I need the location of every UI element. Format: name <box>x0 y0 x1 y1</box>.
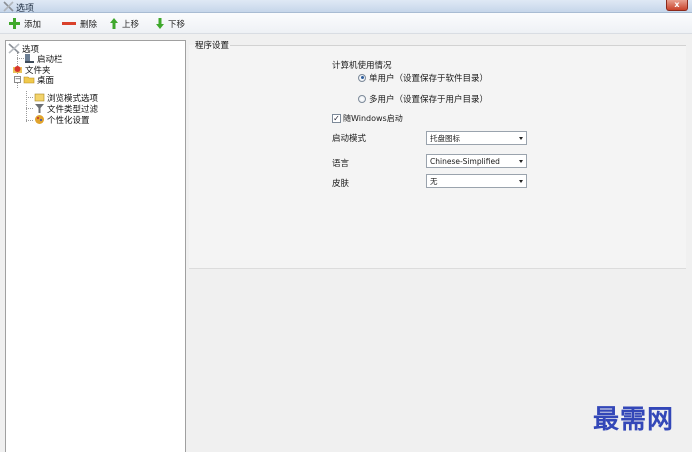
startup-checkbox-row[interactable]: ✓ 随Windows启动 <box>332 113 403 124</box>
skin-select[interactable]: 无 <box>426 174 527 188</box>
tree-item-personalize[interactable]: 个性化设置 <box>34 114 90 126</box>
move-up-button[interactable]: 上移 <box>109 16 139 31</box>
close-button[interactable]: x <box>666 0 688 11</box>
tree-item-desktop[interactable]: 桌面 <box>23 74 55 86</box>
radio-button[interactable] <box>358 73 366 82</box>
startup-checkbox-label: 随Windows启动 <box>343 114 403 123</box>
options-icon <box>8 43 20 54</box>
delete-button-label: 删除 <box>80 19 98 30</box>
plus-icon <box>9 18 20 29</box>
move-down-button[interactable]: 下移 <box>155 16 185 31</box>
chevron-down-icon <box>516 155 526 167</box>
radio-multi-user[interactable]: 多用户（设置保存于用户目录） <box>358 93 489 105</box>
tree-item-label: 个性化设置 <box>47 115 90 126</box>
delete-button[interactable]: 删除 <box>61 16 97 31</box>
startup-mode-value: 托盘图标 <box>430 133 460 143</box>
arrow-down-icon <box>156 18 164 29</box>
folder-open-icon <box>23 76 35 84</box>
move-up-button-label: 上移 <box>122 19 140 30</box>
tree-item-label: 桌面 <box>37 75 55 86</box>
add-button[interactable]: 添加 <box>8 16 41 31</box>
startup-checkbox[interactable]: ✓ <box>332 114 341 123</box>
language-label: 语言 <box>332 159 350 169</box>
add-button-label: 添加 <box>24 19 42 30</box>
radio-multi-user-label: 多用户（设置保存于用户目录） <box>369 94 489 105</box>
watermark: 最需网 <box>592 405 674 435</box>
language-value: Chinese-Simplified <box>430 156 500 166</box>
options-icon <box>3 1 14 12</box>
title-bar: 选项 x <box>0 0 692 14</box>
startup-mode-select[interactable]: 托盘图标 <box>426 131 527 145</box>
startup-mode-label: 启动模式 <box>332 134 367 144</box>
radio-button[interactable] <box>358 94 366 103</box>
chevron-down-icon <box>516 132 526 144</box>
taskbar-icon <box>25 54 34 63</box>
group-divider <box>230 45 686 46</box>
usage-label: 计算机使用情况 <box>332 61 392 71</box>
radio-single-user-label: 单用户（设置保存于软件目录） <box>369 73 489 84</box>
toolbar: 添加 删除 上移 下移 <box>0 13 692 34</box>
folder-heart-icon <box>13 66 22 73</box>
options-tree[interactable]: 选项 启动栏 文件夹 − 桌面 浏览模式选项 文件类型过滤 个性化设置 <box>5 40 186 452</box>
tree-item-taskbar[interactable]: 启动栏 <box>24 53 63 65</box>
move-down-button-label: 下移 <box>168 19 186 30</box>
arrow-up-icon <box>110 18 118 29</box>
browse-mode-icon <box>34 93 45 102</box>
radio-single-user[interactable]: 单用户（设置保存于软件目录） <box>358 72 489 84</box>
filter-icon <box>35 104 44 113</box>
tree-item-file-filter[interactable]: 文件类型过滤 <box>34 103 98 115</box>
skin-label: 皮肤 <box>332 179 350 189</box>
language-select[interactable]: Chinese-Simplified <box>426 154 527 168</box>
skin-value: 无 <box>430 176 438 186</box>
tree-item-browse-mode[interactable]: 浏览模式选项 <box>34 92 98 104</box>
group-title: 程序设置 <box>195 41 230 51</box>
collapse-expander[interactable]: − <box>14 76 21 83</box>
chevron-down-icon <box>516 175 526 187</box>
minus-icon <box>62 22 76 25</box>
personalize-icon <box>35 115 44 124</box>
